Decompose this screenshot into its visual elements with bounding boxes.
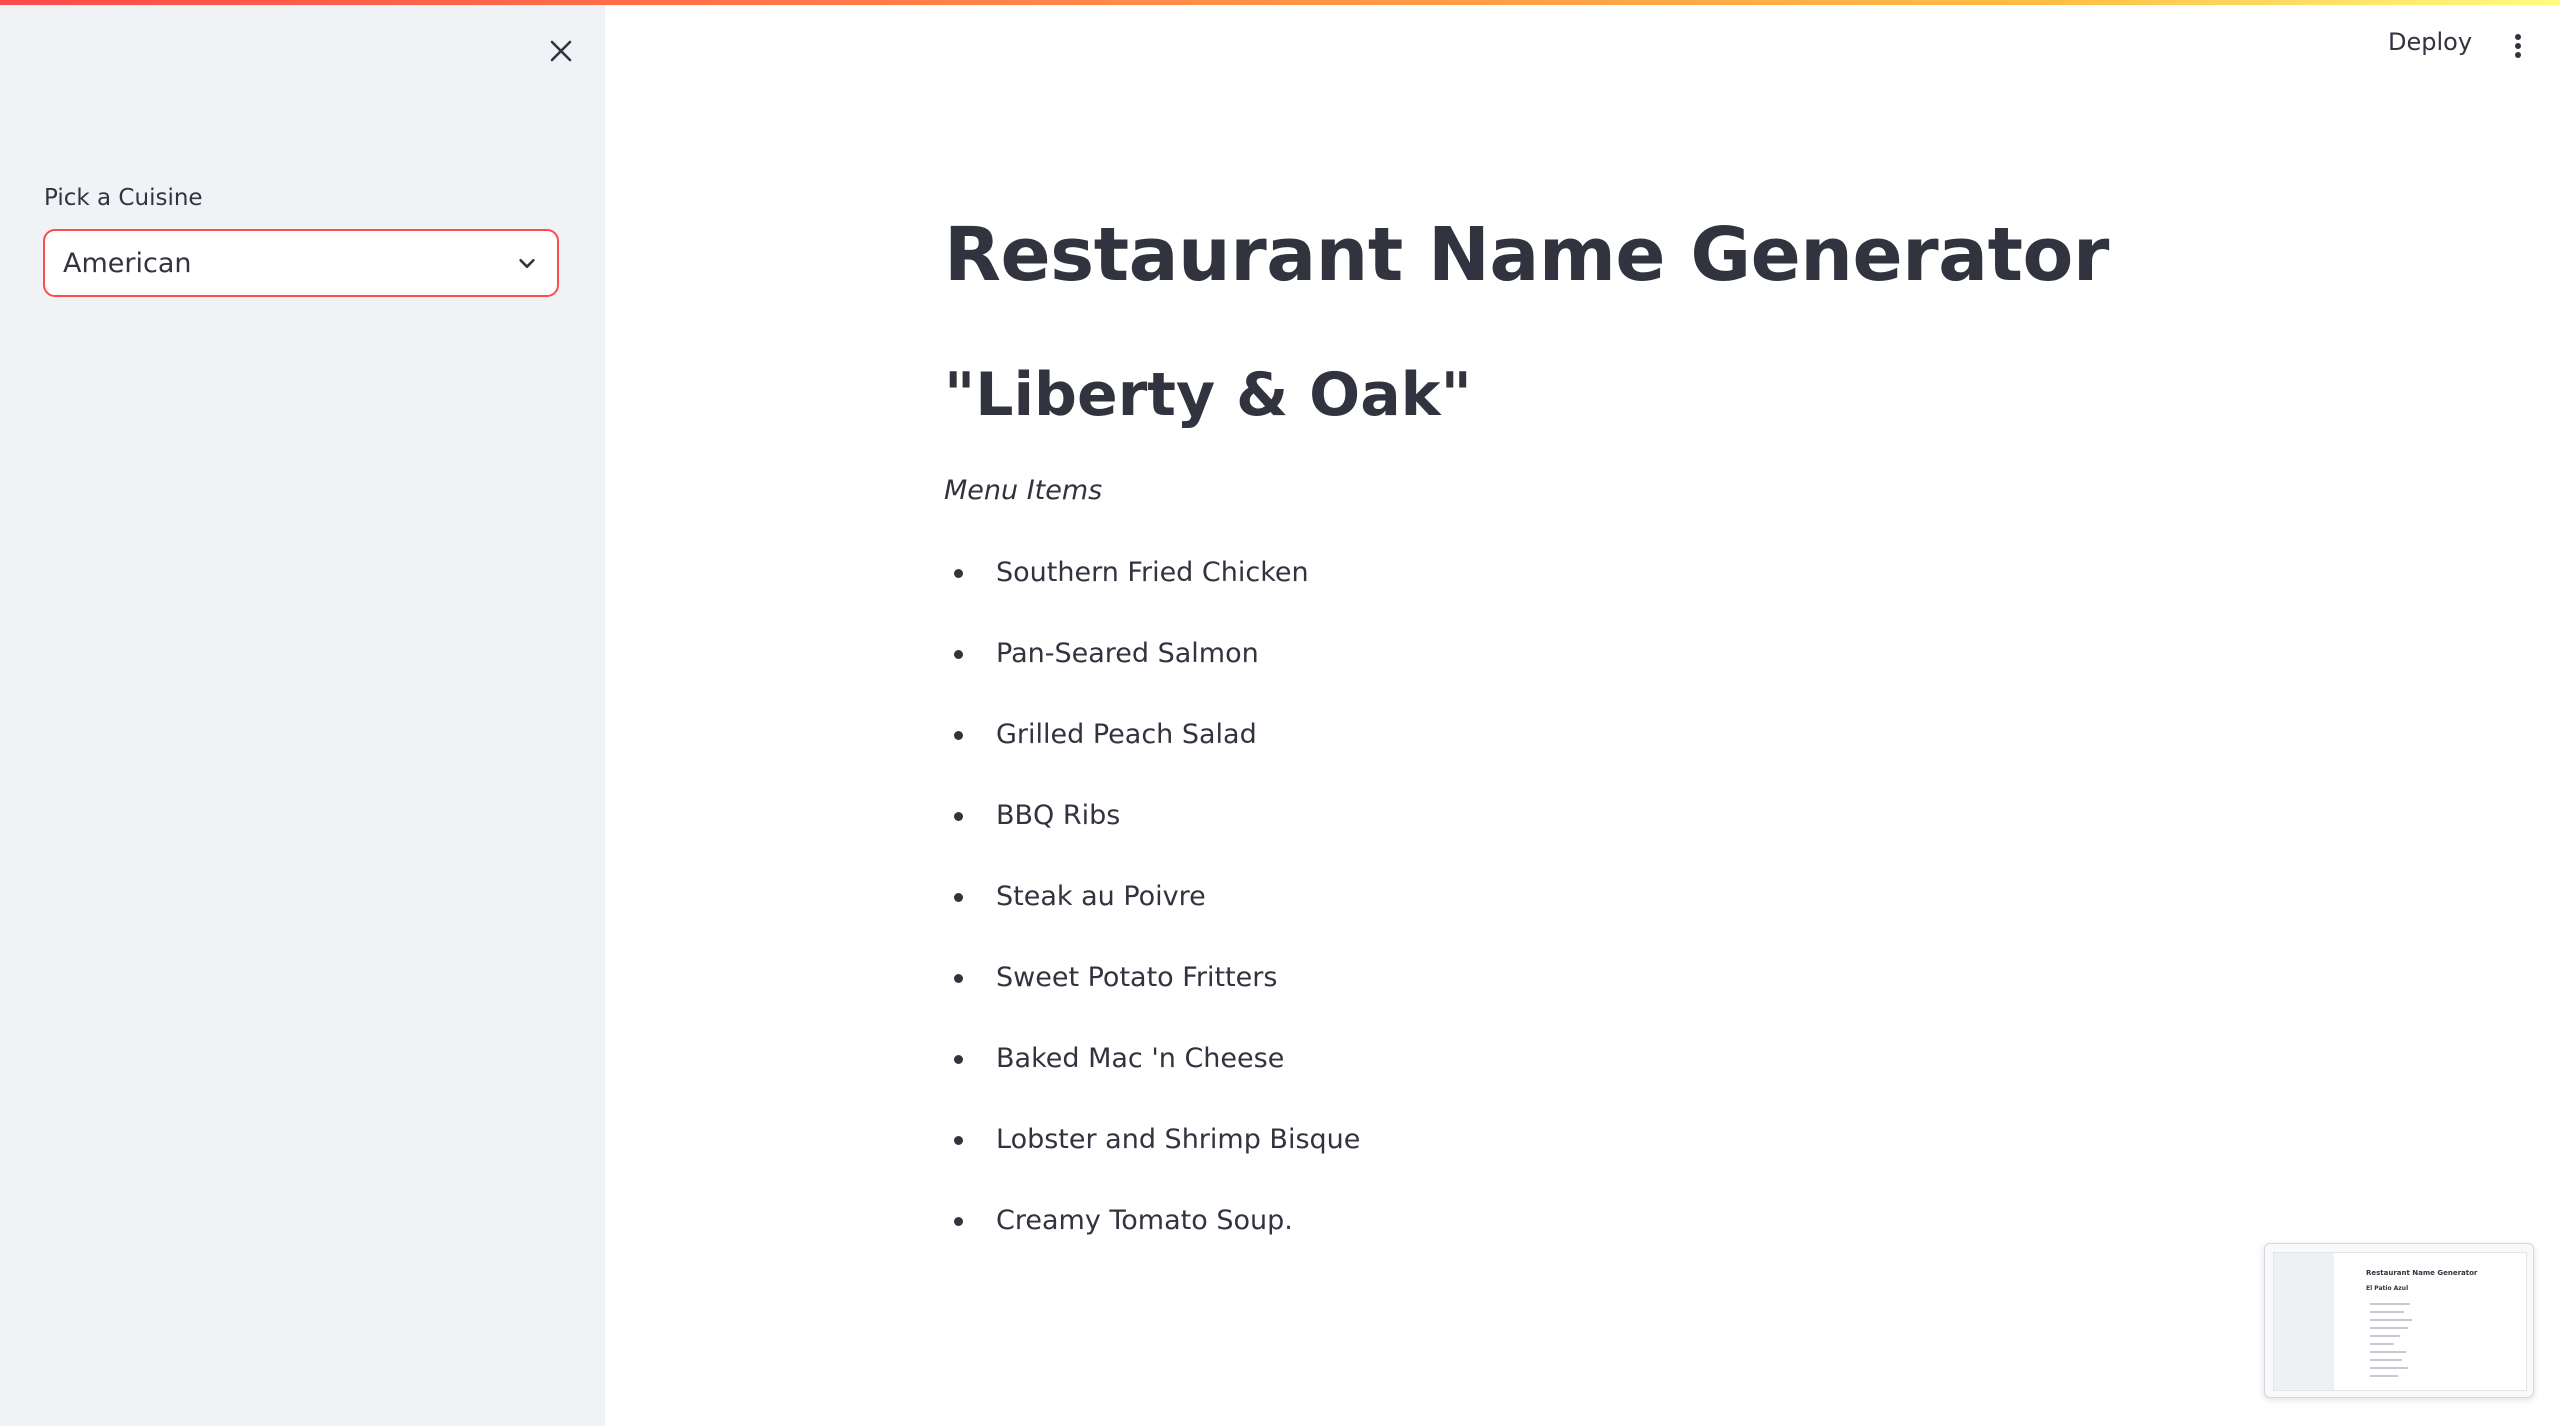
- close-sidebar-button[interactable]: [543, 33, 579, 69]
- kebab-menu-icon: [2515, 34, 2521, 58]
- menu-items-heading: Menu Items: [944, 475, 1103, 506]
- thumbnail-line: [2370, 1335, 2400, 1337]
- thumbnail-line: [2370, 1375, 2398, 1377]
- cuisine-select-value: American: [63, 247, 192, 279]
- cuisine-select[interactable]: American: [43, 229, 559, 297]
- menu-item: Lobster and Shrimp Bisque: [944, 1115, 1360, 1196]
- thumbnail-line: [2370, 1327, 2408, 1329]
- menu-item: Southern Fried Chicken: [944, 548, 1360, 629]
- thumbnail-line: [2370, 1303, 2410, 1305]
- restaurant-name-heading: "Liberty & Oak": [944, 360, 1472, 430]
- menu-item: Baked Mac 'n Cheese: [944, 1034, 1360, 1115]
- screenshot-preview-thumbnail[interactable]: Restaurant Name Generator El Patio Azul: [2264, 1243, 2534, 1398]
- main-menu-button[interactable]: [2506, 28, 2530, 64]
- page-title: Restaurant Name Generator: [944, 212, 2109, 298]
- thumbnail-line: [2370, 1319, 2412, 1321]
- thumbnail-subtitle: El Patio Azul: [2366, 1285, 2409, 1292]
- menu-item: Pan-Seared Salmon: [944, 629, 1360, 710]
- sidebar: Pick a Cuisine American: [0, 0, 605, 1426]
- thumbnail-line: [2370, 1311, 2404, 1313]
- close-icon: [550, 40, 572, 62]
- menu-item: Sweet Potato Fritters: [944, 953, 1360, 1034]
- menu-item: BBQ Ribs: [944, 791, 1360, 872]
- menu-item: Steak au Poivre: [944, 872, 1360, 953]
- cuisine-select-label: Pick a Cuisine: [44, 185, 203, 211]
- thumbnail-line: [2370, 1351, 2406, 1353]
- thumbnail-content: Restaurant Name Generator El Patio Azul: [2273, 1252, 2527, 1391]
- thumbnail-sidebar: [2274, 1253, 2334, 1390]
- chevron-down-icon: [515, 251, 539, 275]
- menu-item: Creamy Tomato Soup.: [944, 1196, 1360, 1277]
- thumbnail-line: [2370, 1343, 2394, 1345]
- thumbnail-line: [2370, 1359, 2402, 1361]
- thumbnail-line: [2370, 1367, 2408, 1369]
- thumbnail-title: Restaurant Name Generator: [2366, 1269, 2478, 1277]
- menu-items-list: Southern Fried Chicken Pan-Seared Salmon…: [944, 548, 1360, 1277]
- deploy-button[interactable]: Deploy: [2380, 24, 2480, 60]
- menu-item: Grilled Peach Salad: [944, 710, 1360, 791]
- top-decoration-bar: [0, 0, 2560, 5]
